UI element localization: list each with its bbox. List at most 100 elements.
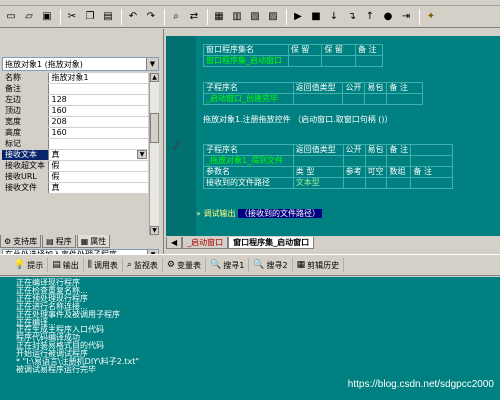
tab-search2[interactable]: 🔍 搜寻2	[249, 258, 293, 272]
chevron-down-icon[interactable]: ▼	[137, 150, 147, 159]
toolbar-separator	[60, 8, 61, 25]
param-cell[interactable]	[410, 177, 453, 189]
window-layout-icon[interactable]: ▥	[229, 9, 245, 25]
property-value[interactable]: 真 ▼	[48, 149, 148, 161]
property-value[interactable]: 160	[48, 105, 148, 117]
property-row[interactable]: 高度 160	[2, 127, 148, 139]
tab-clip-history[interactable]: ▦ 剪辑历史	[293, 258, 345, 272]
property-value[interactable]: 假	[48, 160, 148, 172]
sub-cell[interactable]	[386, 155, 412, 167]
property-row[interactable]: 宽度 208	[2, 116, 148, 128]
property-value-text: 真	[51, 150, 60, 159]
scroll-down-icon[interactable]: ▼	[150, 226, 159, 235]
property-value[interactable]: 真	[48, 182, 148, 194]
window-layout-icon[interactable]: ▦	[211, 9, 227, 25]
paste-icon[interactable]: ▤	[100, 9, 116, 25]
step-icon[interactable]: ↓	[326, 9, 342, 25]
sub-cell[interactable]	[292, 93, 344, 105]
tab-support-library[interactable]: ⚙ 支持库	[0, 235, 42, 248]
property-value[interactable]: 160	[48, 127, 148, 139]
tab-output[interactable]: ▤ 输出	[48, 258, 84, 272]
code-gutter[interactable]	[166, 36, 196, 236]
window-layout-icon[interactable]: ▨	[265, 9, 281, 25]
sub-name-cell[interactable]: _启动窗口_创建完毕	[203, 93, 294, 105]
cut-icon[interactable]: ✂	[64, 9, 80, 25]
breakpoint-marker-icon[interactable]: ⟋	[173, 142, 183, 152]
chevron-down-icon[interactable]: ▼	[146, 58, 158, 70]
property-row[interactable]: 接收文件真	[2, 182, 148, 194]
sub-cell[interactable]	[364, 93, 388, 105]
tab-watch[interactable]: ⌕ 监视表	[123, 258, 163, 272]
param-name-cell[interactable]: 接收到的文件路径	[203, 177, 294, 189]
assembly-table[interactable]: 窗口程序集名 保 留 保 留 备 注 窗口程序集_启动窗口	[203, 44, 384, 67]
property-value[interactable]: 208	[48, 116, 148, 128]
find-icon[interactable]: ⌕	[168, 9, 184, 25]
property-row[interactable]: 接收超文本假	[2, 160, 148, 172]
window-layout-icon[interactable]: ▧	[247, 9, 263, 25]
property-row[interactable]: 名称 拖放对象1	[2, 73, 148, 84]
code-line[interactable]: 拖放对象1.注册拖放控件 （启动窗口.取窗口句柄 ()）	[203, 114, 393, 125]
param-type-cell[interactable]: 文本型	[292, 177, 344, 189]
property-row[interactable]: 接收文本真 ▼	[2, 149, 148, 161]
property-row[interactable]: 标记	[2, 138, 148, 150]
tab-window-assembly[interactable]: 窗口程序集_启动窗口	[228, 237, 315, 249]
tab-call-table[interactable]: ⫼ 调用表	[84, 258, 123, 272]
tab-program[interactable]: ▤ 程序	[42, 235, 76, 248]
tab-properties[interactable]: ▦ 属性	[76, 235, 111, 248]
run-icon[interactable]: ▶	[290, 9, 306, 25]
undo-icon[interactable]: ↶	[125, 9, 141, 25]
output-console[interactable]: 正在编译现行程序 正在检查重复名称... 正在预处理现行程序 正在进行名称连接... 正…	[0, 277, 500, 400]
sub-cell[interactable]	[292, 155, 344, 167]
property-grid: 名称 拖放对象1 备注 左边 128 顶边 160 宽度 208 高度 160 标记 接收文本真 ▼ 接收超…	[2, 73, 148, 194]
param-cell[interactable]	[364, 177, 388, 189]
watch-icon: ⌕	[126, 260, 132, 270]
scroll-up-icon[interactable]: ▲	[150, 73, 159, 82]
tab-start-window[interactable]: _启动窗口	[182, 237, 229, 249]
sub2-table[interactable]: 子程序名 返回值类型 公开 易包 备 注 _拖放对象1_得到文件 参数名 类 型…	[203, 144, 453, 189]
copy-icon[interactable]: ❐	[82, 9, 98, 25]
assembly-cell[interactable]	[354, 55, 384, 67]
redo-icon[interactable]: ↷	[143, 9, 159, 25]
sub-cell[interactable]	[386, 93, 423, 105]
sub-name-cell[interactable]: _拖放对象1_得到文件	[203, 155, 294, 167]
stop-icon[interactable]: ■	[308, 9, 324, 25]
property-value[interactable]	[48, 138, 148, 150]
property-value[interactable]	[48, 83, 148, 95]
object-selector[interactable]: 拖放对象1 (拖放对象) ▼	[2, 57, 159, 71]
properties-panel: 拖放对象1 (拖放对象) ▼ 名称 拖放对象1 备注 左边 128 顶边 160 宽度 208 高…	[0, 29, 164, 261]
tab-nav-arrow-icon[interactable]: ◀	[166, 237, 183, 249]
call-table-icon: ⫼	[87, 260, 92, 270]
tab-search1[interactable]: 🔍 搜寻1	[206, 258, 250, 272]
replace-icon[interactable]: ⇄	[186, 9, 202, 25]
property-value[interactable]: 拖放对象1	[48, 73, 148, 84]
step-out-icon[interactable]: ↑	[362, 9, 378, 25]
tab-tips[interactable]: 💡 提示	[10, 258, 49, 272]
assembly-cell[interactable]	[287, 55, 323, 67]
sub-cell[interactable]	[364, 155, 388, 167]
assembly-name-cell[interactable]: 窗口程序集_启动窗口	[203, 55, 289, 67]
scroll-thumb[interactable]	[150, 113, 159, 143]
sub1-table[interactable]: 子程序名 返回值类型 公开 易包 备 注 _启动窗口_创建完毕	[203, 82, 423, 105]
step-over-icon[interactable]: ↴	[344, 9, 360, 25]
sub-cell[interactable]	[342, 93, 366, 105]
tab-variables[interactable]: ⚙ 变量表	[163, 258, 206, 272]
code-line-debug[interactable]: » 调试输出 （接收到的文件路径）	[196, 208, 322, 219]
open-icon[interactable]: ▱	[21, 9, 37, 25]
param-cell[interactable]	[386, 177, 412, 189]
breakpoint-icon[interactable]: ●	[380, 9, 396, 25]
param-cell[interactable]	[342, 177, 366, 189]
property-value[interactable]: 假	[48, 171, 148, 183]
new-icon[interactable]: ▭	[3, 9, 19, 25]
property-row[interactable]: 左边 128	[2, 94, 148, 106]
property-value[interactable]: 128	[48, 94, 148, 106]
save-icon[interactable]: ▣	[39, 9, 55, 25]
property-row[interactable]: 接收URL 假	[2, 171, 148, 183]
sub-cell-spacer[interactable]	[410, 155, 453, 167]
assembly-cell[interactable]	[321, 55, 356, 67]
property-row[interactable]: 备注	[2, 83, 148, 95]
help-icon[interactable]: ✦	[423, 9, 439, 25]
property-scrollbar[interactable]: ▲ ▼	[149, 73, 159, 235]
sub-cell[interactable]	[342, 155, 366, 167]
run-to-cursor-icon[interactable]: ⇥	[398, 9, 414, 25]
property-row[interactable]: 顶边 160	[2, 105, 148, 117]
